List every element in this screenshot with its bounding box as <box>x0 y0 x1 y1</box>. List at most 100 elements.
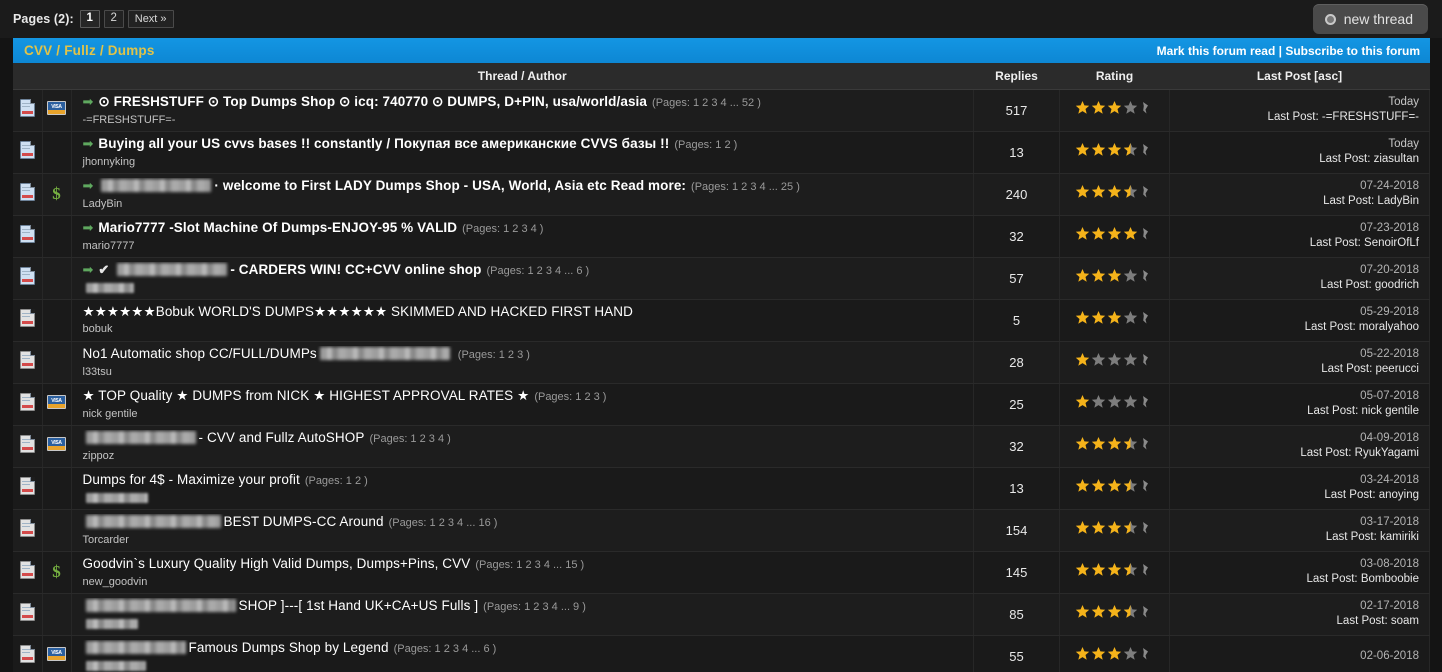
header-thread-author[interactable]: Thread / Author <box>71 63 974 90</box>
doc-grey-icon[interactable] <box>19 350 35 369</box>
dollar-icon[interactable]: $ <box>52 184 61 203</box>
rating-cell[interactable] <box>1059 257 1170 300</box>
thread-author[interactable]: jhonnyking <box>83 156 966 169</box>
thread-author[interactable] <box>83 492 966 505</box>
thread-pages-links[interactable]: (Pages: 1 2 3 4 ... 16 ) <box>389 517 498 529</box>
rating-cell[interactable] <box>1059 425 1170 468</box>
thread-title-link[interactable]: - CVV and Fullz AutoSHOP <box>199 430 365 445</box>
table-row[interactable]: $ Goodvin`s Luxury Quality High Valid Dum… <box>13 551 1430 594</box>
thread-title-link[interactable]: ★ TOP Quality ★ DUMPS from NICK ★ HIGHES… <box>83 388 530 403</box>
thread-author[interactable]: nick gentile <box>83 408 966 421</box>
thread-pages-links[interactable]: (Pages: 1 2 3 4 ) <box>369 433 450 445</box>
thread-author[interactable] <box>83 282 966 295</box>
last-post-user[interactable]: Last Post: SenoirOfLf <box>1170 236 1419 251</box>
thread-author[interactable]: -=FRESHSTUFF=- <box>83 114 966 127</box>
doc-grey-icon[interactable] <box>19 560 35 579</box>
thread-pages-links[interactable]: (Pages: 1 2 ) <box>674 139 737 151</box>
last-post-user[interactable]: Last Post: nick gentile <box>1170 404 1419 419</box>
last-post-user[interactable]: Last Post: ziasultan <box>1170 152 1419 167</box>
thread-pages-links[interactable]: (Pages: 1 2 ) <box>305 475 368 487</box>
thread-title-link[interactable]: - CARDERS WIN! CC+CVV online shop <box>230 262 481 277</box>
table-row[interactable]: $ ➡ · welcome to First LADY Dumps Shop - U… <box>13 173 1430 216</box>
rating-cell[interactable] <box>1059 173 1170 216</box>
table-row[interactable]: VISA ★ TOP Quality ★ DUMPS from NICK ★ HI… <box>13 383 1430 426</box>
rating-stars[interactable] <box>1075 310 1154 325</box>
credit-card-icon[interactable]: VISA <box>47 100 66 115</box>
last-post-user[interactable]: Last Post: anoying <box>1170 488 1419 503</box>
rating-stars[interactable] <box>1075 184 1154 199</box>
last-post-user[interactable]: Last Post: peerucci <box>1170 362 1419 377</box>
thread-author[interactable] <box>83 618 966 631</box>
rating-stars[interactable] <box>1075 562 1154 577</box>
table-row[interactable]: ➡ Buying all your US cvvs bases !! consta… <box>13 131 1430 174</box>
thread-pages-links[interactable]: (Pages: 1 2 3 ) <box>458 349 530 361</box>
table-row[interactable]: ➡ Mario7777 -Slot Machine Of Dumps-ENJOY-… <box>13 215 1430 258</box>
last-post-user[interactable]: Last Post: LadyBin <box>1170 194 1419 209</box>
doc-grey-icon[interactable] <box>19 392 35 411</box>
thread-pages-links[interactable]: (Pages: 1 2 3 4 ... 6 ) <box>394 643 497 655</box>
rating-cell[interactable] <box>1059 509 1170 552</box>
thread-title-link[interactable]: Famous Dumps Shop by Legend <box>189 640 389 655</box>
thread-pages-links[interactable]: (Pages: 1 2 3 4 ... 15 ) <box>475 559 584 571</box>
thread-author[interactable]: zippoz <box>83 450 966 463</box>
doc-grey-icon[interactable] <box>19 518 35 537</box>
rating-stars[interactable] <box>1075 436 1154 451</box>
doc-blue-icon[interactable] <box>19 140 35 159</box>
last-post-user[interactable]: Last Post: Bomboobie <box>1170 572 1419 587</box>
rating-cell[interactable] <box>1059 467 1170 510</box>
new-thread-button[interactable]: new thread <box>1312 4 1428 34</box>
thread-pages-links[interactable]: (Pages: 1 2 3 4 ) <box>462 223 543 235</box>
page-button-2[interactable]: 2 <box>103 10 124 28</box>
thread-pages-links[interactable]: (Pages: 1 2 3 4 ... 52 ) <box>652 97 761 109</box>
table-row[interactable]: ★★★★★★Bobuk WORLD'S DUMPS★★★★★★ SKIMMED … <box>13 299 1430 342</box>
last-post-user[interactable]: Last Post: kamiriki <box>1170 530 1419 545</box>
thread-title-link[interactable]: ★★★★★★Bobuk WORLD'S DUMPS★★★★★★ SKIMMED … <box>83 304 633 319</box>
rating-stars[interactable] <box>1075 604 1154 619</box>
rating-cell[interactable] <box>1059 551 1170 594</box>
thread-pages-links[interactable]: (Pages: 1 2 3 4 ... 6 ) <box>487 265 590 277</box>
forum-title[interactable]: CVV / Fullz / Dumps <box>24 43 155 58</box>
thread-title-link[interactable]: ⊙ FRESHSTUFF ⊙ Top Dumps Shop ⊙ icq: 740… <box>98 94 647 109</box>
rating-cell[interactable] <box>1059 89 1170 132</box>
thread-title-link[interactable]: Goodvin`s Luxury Quality High Valid Dump… <box>83 556 471 571</box>
doc-blue-icon[interactable] <box>19 98 35 117</box>
doc-grey-icon[interactable] <box>19 308 35 327</box>
rating-stars[interactable] <box>1075 478 1154 493</box>
thread-pages-links[interactable]: (Pages: 1 2 3 ) <box>534 391 606 403</box>
table-row[interactable]: No1 Automatic shop CC/FULL/DUMPs (Pages: … <box>13 341 1430 384</box>
rating-stars[interactable] <box>1075 646 1154 661</box>
rating-cell[interactable] <box>1059 341 1170 384</box>
header-last-post[interactable]: Last Post [asc] <box>1169 63 1430 90</box>
thread-author[interactable]: mario7777 <box>83 240 966 253</box>
table-row[interactable]: Dumps for 4$ - Maximize your profit (Page… <box>13 467 1430 510</box>
doc-grey-icon[interactable] <box>19 644 35 663</box>
thread-title-link[interactable]: No1 Automatic shop CC/FULL/DUMPs <box>83 346 317 361</box>
thread-pages-links[interactable]: (Pages: 1 2 3 4 ... 9 ) <box>483 601 586 613</box>
rating-cell[interactable] <box>1059 593 1170 636</box>
thread-pages-links[interactable]: (Pages: 1 2 3 4 ... 25 ) <box>691 181 800 193</box>
thread-author[interactable]: bobuk <box>83 323 966 336</box>
thread-title-link[interactable]: Dumps for 4$ - Maximize your profit <box>83 472 300 487</box>
credit-card-icon[interactable]: VISA <box>47 436 66 451</box>
thread-title-link[interactable]: Buying all your US cvvs bases !! constan… <box>98 136 669 151</box>
table-row[interactable]: BEST DUMPS-CC Around (Pages: 1 2 3 4 ... … <box>13 509 1430 552</box>
thread-author[interactable] <box>83 660 966 672</box>
rating-stars[interactable] <box>1075 226 1154 241</box>
doc-blue-icon[interactable] <box>19 266 35 285</box>
rating-stars[interactable] <box>1075 352 1154 367</box>
rating-cell[interactable] <box>1059 635 1170 672</box>
last-post-user[interactable]: Last Post: -=FRESHSTUFF=- <box>1170 110 1419 125</box>
rating-cell[interactable] <box>1059 383 1170 426</box>
rating-stars[interactable] <box>1075 268 1154 283</box>
page-button-1[interactable]: 1 <box>79 10 100 28</box>
dollar-icon[interactable]: $ <box>52 562 61 581</box>
last-post-user[interactable]: Last Post: RyukYagami <box>1170 446 1419 461</box>
last-post-user[interactable]: Last Post: soam <box>1170 614 1419 629</box>
table-row[interactable]: VISA Famous Dumps Shop by Legend (Pages: 1… <box>13 635 1430 672</box>
rating-stars[interactable] <box>1075 520 1154 535</box>
doc-grey-icon[interactable] <box>19 602 35 621</box>
thread-title-link[interactable]: Mario7777 -Slot Machine Of Dumps-ENJOY-9… <box>98 220 457 235</box>
rating-stars[interactable] <box>1075 100 1154 115</box>
rating-cell[interactable] <box>1059 131 1170 174</box>
last-post-user[interactable]: Last Post: goodrich <box>1170 278 1419 293</box>
